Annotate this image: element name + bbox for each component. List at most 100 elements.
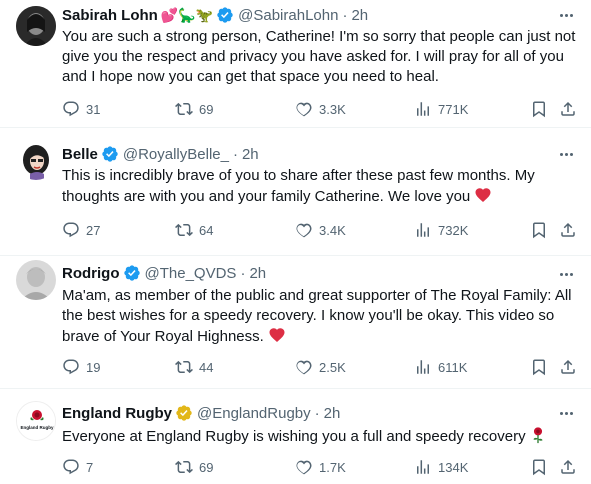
like-button[interactable]: 2.5K: [295, 357, 346, 377]
more-icon[interactable]: [557, 145, 575, 163]
tweet-text-content: Ma'am, as member of the public and great…: [62, 287, 572, 345]
like-count: 3.4K: [319, 222, 346, 238]
like-button[interactable]: 3.3K: [295, 99, 346, 119]
handle[interactable]: @RoyallyBelle_: [123, 146, 229, 163]
verified-badge-icon[interactable]: [123, 264, 141, 282]
more-icon[interactable]: [557, 6, 575, 24]
views-button[interactable]: 771K: [414, 99, 468, 119]
handle[interactable]: @The_QVDS: [145, 265, 237, 282]
display-name[interactable]: Belle: [62, 146, 98, 163]
verified-badge-icon[interactable]: [175, 404, 193, 422]
display-name[interactable]: Sabirah Lohn: [62, 7, 158, 24]
like-count: 1.7K: [319, 459, 346, 475]
timestamp[interactable]: 2h: [324, 405, 341, 422]
bookmark-icon: [533, 101, 545, 118]
repost-button[interactable]: 69: [175, 99, 213, 119]
avatar[interactable]: [16, 140, 56, 180]
display-name[interactable]: Rodrigo: [62, 265, 120, 282]
tweet[interactable]: England Rugby England Rugby @EnglandRugb…: [0, 389, 591, 484]
like-icon: [296, 360, 312, 375]
timestamp[interactable]: 2h: [249, 265, 266, 282]
separator-dot: ·: [342, 6, 348, 24]
like-icon: [296, 460, 312, 475]
reply-count: 31: [86, 101, 101, 117]
repost-count: 69: [199, 101, 214, 117]
more-icon[interactable]: [557, 404, 575, 422]
tweet-text: This is incredibly brave of you to share…: [62, 166, 578, 207]
views-icon: [417, 223, 429, 237]
like-icon: [296, 223, 312, 238]
separator-dot: ·: [314, 404, 320, 422]
repost-icon: [175, 460, 193, 474]
repost-button[interactable]: 64: [175, 220, 213, 240]
share-button[interactable]: [559, 220, 577, 240]
tweet-text: Everyone at England Rugby is wishing you…: [62, 426, 578, 447]
like-button[interactable]: 1.7K: [295, 457, 346, 477]
view-count: 134K: [438, 459, 469, 475]
share-icon: [561, 101, 575, 116]
reply-icon: [63, 459, 79, 475]
views-icon: [417, 102, 429, 116]
verified-badge-icon[interactable]: [216, 6, 234, 24]
tweet[interactable]: Rodrigo @The_QVDS · 2h Ma'am, as member …: [0, 256, 591, 389]
share-button[interactable]: [559, 357, 577, 377]
display-name[interactable]: England Rugby: [62, 405, 172, 422]
repost-button[interactable]: 44: [175, 357, 213, 377]
bookmark-button[interactable]: [530, 357, 548, 377]
bookmark-button[interactable]: [530, 99, 548, 119]
like-icon: [296, 102, 312, 117]
views-button[interactable]: 134K: [414, 457, 468, 477]
reply-icon: [63, 222, 79, 238]
share-button[interactable]: [559, 99, 577, 119]
reply-button[interactable]: 19: [62, 357, 100, 377]
timestamp[interactable]: 2h: [242, 146, 259, 163]
separator-dot: ·: [240, 264, 246, 282]
bookmark-icon: [533, 359, 545, 376]
share-button[interactable]: [559, 457, 577, 477]
tweet[interactable]: Belle @RoyallyBelle_ · 2h This is incred…: [0, 128, 591, 256]
bookmark-button[interactable]: [530, 220, 548, 240]
bookmark-icon: [533, 459, 545, 476]
tweet[interactable]: Sabirah Lohn 💕🦕🦖 @SabirahLohn · 2h You a…: [0, 0, 591, 128]
tweet-text: Ma'am, as member of the public and great…: [62, 286, 578, 347]
like-count: 2.5K: [319, 359, 346, 375]
timestamp[interactable]: 2h: [351, 7, 368, 24]
avatar[interactable]: England Rugby: [16, 401, 56, 441]
handle[interactable]: @EnglandRugby: [197, 405, 311, 422]
repost-icon: [175, 223, 193, 237]
repost-icon: [175, 360, 193, 374]
avatar-text: England Rugby: [21, 425, 54, 430]
rose-icon: [533, 427, 543, 444]
avatar[interactable]: [16, 6, 56, 46]
views-icon: [417, 460, 429, 474]
more-icon[interactable]: [557, 265, 575, 283]
tweet-text: You are such a strong person, Catherine!…: [62, 28, 576, 85]
repost-count: 64: [199, 222, 214, 238]
verified-badge-icon[interactable]: [101, 145, 119, 163]
avatar[interactable]: [16, 260, 56, 300]
handle[interactable]: @SabirahLohn: [238, 7, 338, 24]
separator-dot: ·: [232, 145, 238, 163]
repost-count: 44: [199, 359, 214, 375]
like-button[interactable]: 3.4K: [295, 220, 346, 240]
red-heart-icon: [475, 188, 491, 203]
view-count: 611K: [438, 359, 468, 375]
reply-count: 27: [86, 222, 101, 238]
reply-button[interactable]: 27: [62, 220, 100, 240]
share-icon: [561, 459, 575, 474]
views-button[interactable]: 732K: [414, 220, 468, 240]
views-button[interactable]: 611K: [414, 357, 467, 377]
reply-count: 7: [86, 459, 94, 475]
reply-icon: [63, 101, 79, 117]
reply-button[interactable]: 31: [62, 99, 100, 119]
reply-count: 19: [86, 359, 101, 375]
reply-button[interactable]: 7: [62, 457, 93, 477]
views-icon: [417, 360, 429, 374]
tweet-text-content: Everyone at England Rugby is wishing you…: [62, 428, 526, 445]
repost-count: 69: [199, 459, 214, 475]
red-heart-icon: [269, 328, 285, 343]
repost-button[interactable]: 69: [175, 457, 213, 477]
rose-icon: England Rugby: [17, 402, 55, 440]
bookmark-button[interactable]: [530, 457, 548, 477]
repost-icon: [175, 102, 193, 116]
